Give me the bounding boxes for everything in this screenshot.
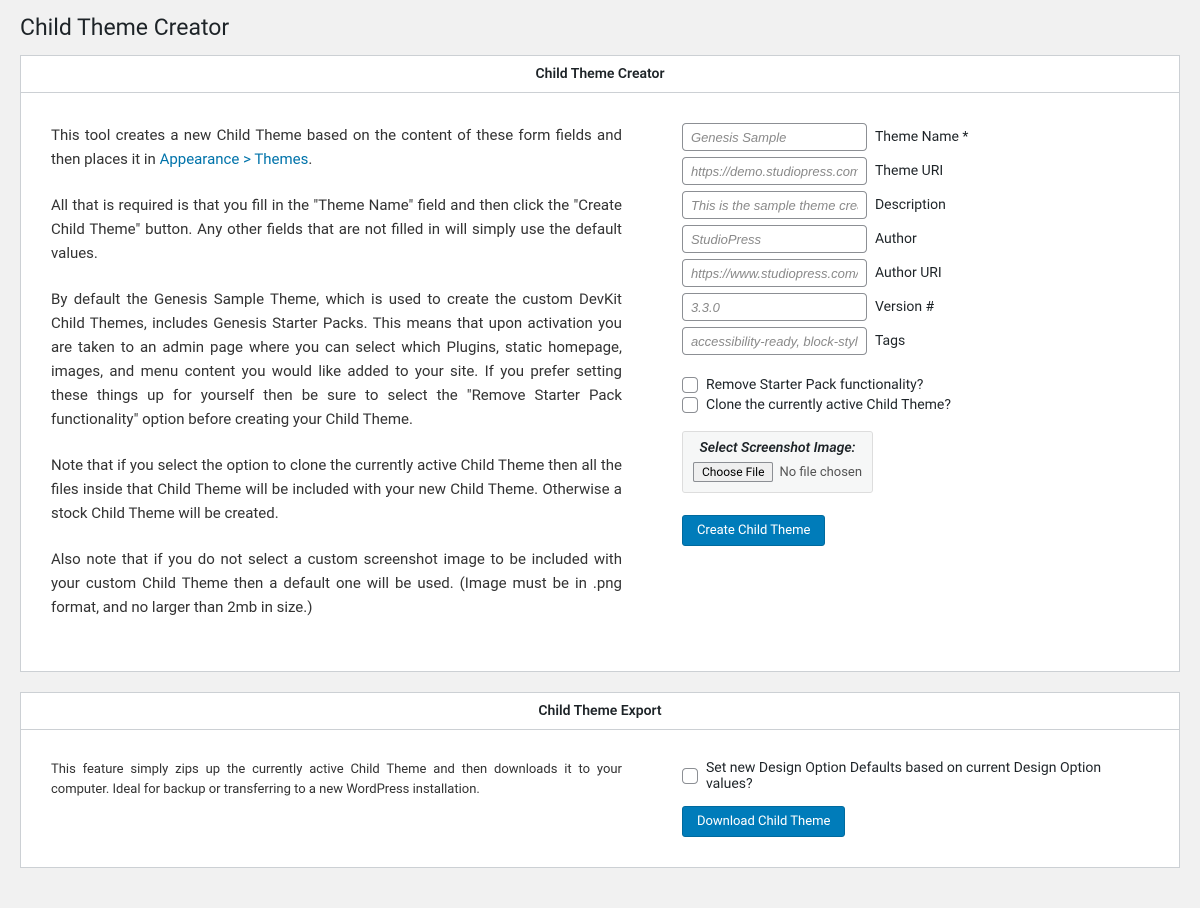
- choose-file-button[interactable]: Choose File: [693, 462, 773, 482]
- file-status: No file chosen: [779, 465, 862, 480]
- intro-para-5: Also note that if you do not select a cu…: [51, 547, 622, 619]
- tags-label: Tags: [875, 333, 905, 349]
- export-desc-text: This feature simply zips up the currentl…: [51, 760, 622, 800]
- export-panel-header: Child Theme Export: [21, 693, 1179, 730]
- intro-text: This tool creates a new Child Theme base…: [51, 126, 622, 168]
- author-uri-label: Author URI: [875, 265, 942, 281]
- set-defaults-checkbox[interactable]: [682, 768, 698, 784]
- creator-form: Theme Name * Theme URI Description Autho…: [682, 123, 1149, 641]
- theme-name-input[interactable]: [682, 123, 867, 151]
- theme-uri-label: Theme URI: [875, 163, 943, 179]
- author-input[interactable]: [682, 225, 867, 253]
- creator-description: This tool creates a new Child Theme base…: [51, 123, 622, 641]
- download-child-theme-button[interactable]: Download Child Theme: [682, 806, 845, 837]
- clone-theme-checkbox[interactable]: [682, 397, 698, 413]
- version-input[interactable]: [682, 293, 867, 321]
- clone-theme-label: Clone the currently active Child Theme?: [706, 397, 951, 413]
- intro-para-4: Note that if you select the option to cl…: [51, 453, 622, 525]
- remove-starter-label: Remove Starter Pack functionality?: [706, 377, 923, 393]
- screenshot-title: Select Screenshot Image:: [693, 440, 862, 456]
- screenshot-box: Select Screenshot Image: Choose File No …: [682, 431, 873, 493]
- export-panel: Child Theme Export This feature simply z…: [20, 692, 1180, 868]
- intro-para-3: By default the Genesis Sample Theme, whi…: [51, 287, 622, 431]
- creator-panel: Child Theme Creator This tool creates a …: [20, 55, 1180, 672]
- appearance-themes-link[interactable]: Appearance > Themes: [160, 150, 309, 168]
- remove-starter-checkbox[interactable]: [682, 377, 698, 393]
- theme-name-label: Theme Name *: [875, 129, 968, 145]
- description-label: Description: [875, 197, 946, 213]
- description-input[interactable]: [682, 191, 867, 219]
- page-title: Child Theme Creator: [20, 0, 1180, 55]
- create-child-theme-button[interactable]: Create Child Theme: [682, 515, 825, 546]
- theme-uri-input[interactable]: [682, 157, 867, 185]
- export-description: This feature simply zips up the currentl…: [51, 760, 622, 800]
- set-defaults-label: Set new Design Option Defaults based on …: [706, 760, 1149, 792]
- author-label: Author: [875, 231, 917, 247]
- intro-para-2: All that is required is that you fill in…: [51, 193, 622, 265]
- tags-input[interactable]: [682, 327, 867, 355]
- author-uri-input[interactable]: [682, 259, 867, 287]
- version-label: Version #: [875, 299, 934, 315]
- creator-panel-header: Child Theme Creator: [21, 56, 1179, 93]
